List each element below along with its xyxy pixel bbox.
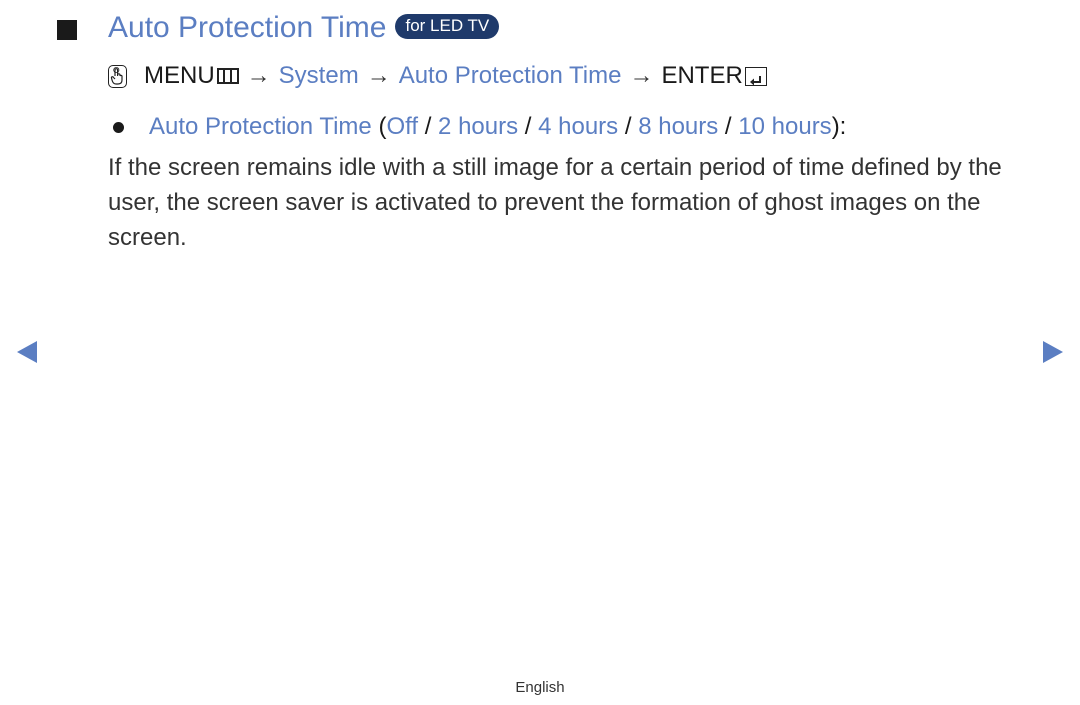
- setting-name: Auto Protection Time: [149, 113, 372, 140]
- previous-page-arrow-icon[interactable]: [17, 341, 37, 363]
- hand-press-icon: [108, 64, 127, 88]
- paren: (: [371, 113, 387, 140]
- option-off[interactable]: Off: [386, 113, 418, 141]
- menu-label: MENU: [144, 62, 215, 89]
- section-square-icon: [57, 20, 77, 40]
- bullet-icon: [113, 121, 124, 133]
- option-4-hours[interactable]: 4 hours: [538, 113, 618, 141]
- arrow-icon: →: [246, 62, 271, 89]
- separator: /: [618, 113, 639, 140]
- enter-icon: [744, 66, 767, 86]
- separator: /: [418, 113, 439, 140]
- menu-path: MENU → System → Auto Protection Time → E…: [108, 62, 767, 90]
- option-8-hours[interactable]: 8 hours: [638, 113, 718, 141]
- description-text: If the screen remains idle with a still …: [108, 154, 1002, 251]
- model-badge: for LED TV: [395, 13, 500, 39]
- option-2-hours[interactable]: 2 hours: [438, 113, 518, 141]
- menu-grid-icon: [216, 68, 239, 84]
- separator: /: [518, 113, 539, 140]
- enter-label: ENTER: [661, 62, 743, 89]
- next-page-arrow-icon[interactable]: [1043, 341, 1063, 363]
- arrow-icon: →: [366, 62, 391, 89]
- title-text: Auto Protection Time: [108, 11, 387, 44]
- menu-item-auto-protection-time[interactable]: Auto Protection Time: [399, 62, 622, 90]
- footer-language: English: [515, 679, 565, 696]
- separator: /: [718, 113, 739, 140]
- page-title: Auto Protection Time for LED TV: [108, 11, 500, 45]
- option-list: Auto Protection Time ( Off / 2 hours / 4…: [113, 113, 846, 141]
- paren-close: ):: [831, 113, 847, 140]
- arrow-icon: →: [629, 62, 654, 89]
- option-10-hours[interactable]: 10 hours: [738, 113, 831, 141]
- menu-item-system[interactable]: System: [279, 62, 359, 90]
